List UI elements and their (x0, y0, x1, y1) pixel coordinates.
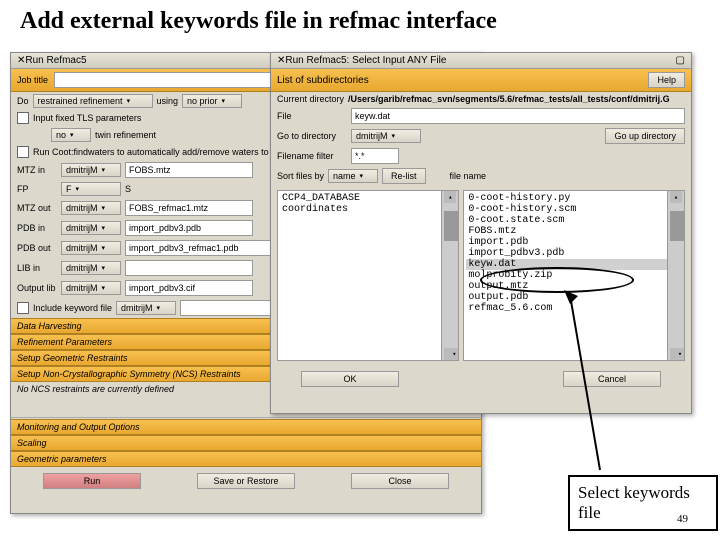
dir-item[interactable]: coordinates (280, 204, 456, 215)
mtzout-label: MTZ out (17, 203, 57, 213)
callout-text: Select keywords file (578, 483, 690, 522)
dir-listbox[interactable]: CCP4_DATABASE coordinates ▴▾ (277, 190, 459, 361)
pdbin-proj-dropdown[interactable]: dmitrijM (61, 221, 121, 235)
file-item[interactable]: output.pdb (466, 292, 682, 303)
twin-label: twin refinement (95, 130, 156, 140)
window-title: Run Refmac5 (25, 55, 86, 66)
dir-scrollbar[interactable]: ▴▾ (441, 191, 458, 360)
subdir-bar: List of subdirectories Help (271, 69, 691, 92)
titlebar-close-icon[interactable]: ✕ (277, 55, 285, 66)
sig-label: S (125, 184, 131, 194)
mtzout-proj-dropdown[interactable]: dmitrijM (61, 201, 121, 215)
file-window-title: Run Refmac5: Select Input ANY File (285, 55, 446, 66)
save-restore-button[interactable]: Save or Restore (197, 473, 295, 489)
window-file-selector: ✕ Run Refmac5: Select Input ANY File ▢ L… (270, 52, 692, 414)
outlib-label: Output lib (17, 283, 57, 293)
file-item-selected[interactable]: keyw.dat (466, 259, 682, 270)
mtzin-proj-dropdown[interactable]: dmitrijM (61, 163, 121, 177)
file-item[interactable]: FOBS.mtz (466, 226, 682, 237)
keyword-checkbox[interactable] (17, 302, 29, 314)
do-dropdown[interactable]: restrained refinement (33, 94, 153, 108)
titlebar-file-selector: ✕ Run Refmac5: Select Input ANY File ▢ (271, 53, 691, 69)
tls-checkbox[interactable] (17, 112, 29, 124)
goto-label: Go to directory (277, 131, 347, 141)
curdir-value: /Users/garib/refmac_svn/segments/5.6/ref… (348, 94, 670, 104)
pdbin-label: PDB in (17, 223, 57, 233)
file-item[interactable]: import.pdb (466, 237, 682, 248)
using-label: using (157, 96, 179, 106)
pdbin-file-input[interactable]: import_pdbv3.pdb (125, 220, 253, 236)
section-monitoring[interactable]: Monitoring and Output Options (11, 419, 481, 435)
libin-proj-dropdown[interactable]: dmitrijM (61, 261, 121, 275)
pdbout-file-input[interactable]: import_pdbv3_refmac1.pdb (125, 240, 273, 256)
file-label: File (277, 111, 347, 121)
close-button[interactable]: Close (351, 473, 449, 489)
outlib-file-input[interactable]: import_pdbv3.cif (125, 280, 253, 296)
sort-dropdown[interactable]: name (328, 169, 378, 183)
do-label: Do (17, 96, 29, 106)
mtzin-file-input[interactable]: FOBS.mtz (125, 162, 253, 178)
filter-label: Filename filter (277, 151, 347, 161)
fp-label: FP (17, 184, 57, 194)
help-button[interactable]: Help (648, 72, 685, 88)
ncs-none-label: No NCS restraints are currently defined (17, 384, 174, 394)
file-item[interactable]: molprobity.zip (466, 270, 682, 281)
file-scrollbar[interactable]: ▴▾ (667, 191, 684, 360)
file-item[interactable]: 0-coot-history.scm (466, 204, 682, 215)
relist-button[interactable]: Re-list (382, 168, 426, 184)
section-scaling[interactable]: Scaling (11, 435, 481, 451)
libin-file-input[interactable] (125, 260, 253, 276)
callout-box: Select keywords file 49 (568, 475, 718, 531)
go-up-button[interactable]: Go up directory (605, 128, 685, 144)
file-item[interactable]: import_pdbv3.pdb (466, 248, 682, 259)
file-item[interactable]: 0-coot-history.py (466, 193, 682, 204)
outlib-proj-dropdown[interactable]: dmitrijM (61, 281, 121, 295)
coot-checkbox[interactable] (17, 146, 29, 158)
twin-no-dropdown[interactable]: no (51, 128, 91, 142)
titlebar-min-icon[interactable]: ▢ (676, 55, 685, 66)
tls-label: Input fixed TLS parameters (33, 113, 141, 123)
list-subdir-label: List of subdirectories (277, 75, 369, 86)
pdbout-label: PDB out (17, 243, 57, 253)
curdir-label: Current directory (277, 94, 344, 104)
cancel-button[interactable]: Cancel (563, 371, 661, 387)
file-listbox[interactable]: 0-coot-history.py 0-coot-history.scm 0-c… (463, 190, 685, 361)
filter-input[interactable]: *.* (351, 148, 399, 164)
run-button[interactable]: Run (43, 473, 141, 489)
prior-dropdown[interactable]: no prior (182, 94, 242, 108)
goto-dropdown[interactable]: dmitrijM (351, 129, 421, 143)
file-item[interactable]: 0-coot.state.scm (466, 215, 682, 226)
dir-item[interactable]: CCP4_DATABASE (280, 193, 456, 204)
fp-dropdown[interactable]: F (61, 182, 121, 196)
mtzin-label: MTZ in (17, 165, 57, 175)
job-title-label: Job title (17, 75, 48, 85)
sort-label: Sort files by (277, 171, 324, 181)
keyword-proj-dropdown[interactable]: dmitrijM (116, 301, 176, 315)
titlebar-icon: ✕ (17, 55, 25, 66)
mtzout-file-input[interactable]: FOBS_refmac1.mtz (125, 200, 253, 216)
filename-col-label: file name (450, 171, 487, 181)
coot-label: Run Coot:findwaters to automatically add… (33, 147, 269, 157)
pdbout-proj-dropdown[interactable]: dmitrijM (61, 241, 121, 255)
keyword-label: Include keyword file (33, 303, 112, 313)
section-geom-params[interactable]: Geometric parameters (11, 451, 481, 467)
ok-button[interactable]: OK (301, 371, 399, 387)
libin-label: LIB in (17, 263, 57, 273)
file-item[interactable]: output.mtz (466, 281, 682, 292)
page-number: 49 (677, 513, 688, 525)
slide-title: Add external keywords file in refmac int… (0, 0, 720, 43)
file-input[interactable]: keyw.dat (351, 108, 685, 124)
file-item[interactable]: refmac_5.6.com (466, 303, 682, 314)
